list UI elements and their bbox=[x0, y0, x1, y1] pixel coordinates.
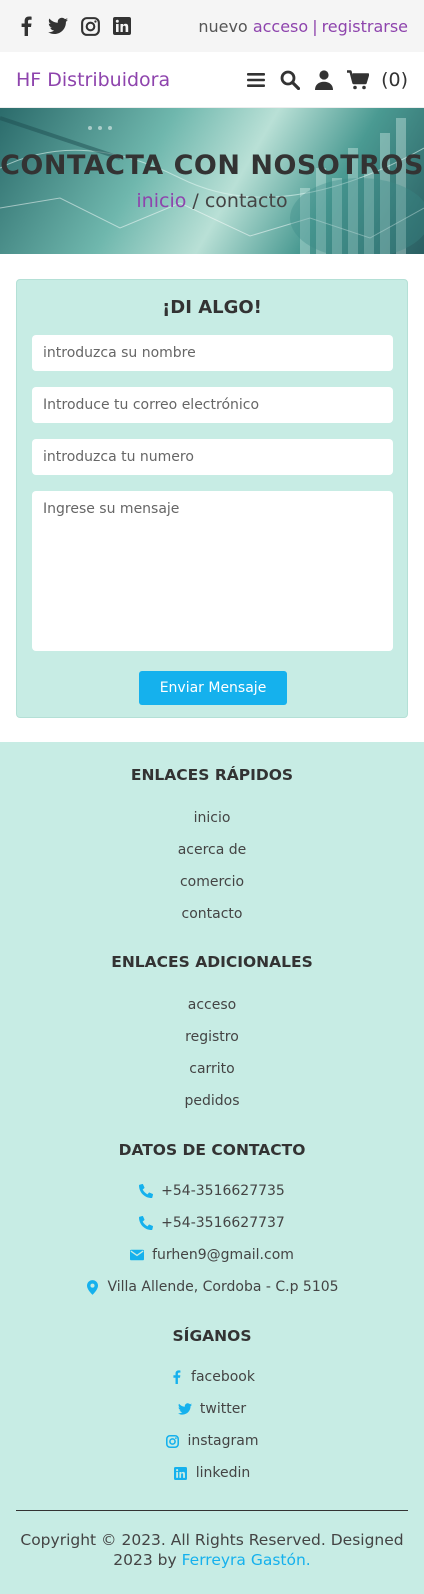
author-link[interactable]: Ferreyra Gastón. bbox=[182, 1551, 311, 1569]
footer-link-comercio[interactable]: comercio bbox=[0, 874, 424, 890]
contact-phone-1[interactable]: +54-3516627735 bbox=[0, 1183, 424, 1199]
follow-title: SÍGANOS bbox=[172, 1327, 252, 1345]
follow-linkedin[interactable]: linkedin bbox=[0, 1465, 424, 1481]
footer-link-registro[interactable]: registro bbox=[0, 1029, 424, 1045]
user-icon[interactable] bbox=[313, 69, 335, 91]
footer-divider bbox=[16, 1510, 408, 1511]
footer-link-contacto[interactable]: contacto bbox=[0, 906, 424, 922]
footer-link-acceso[interactable]: acceso bbox=[0, 997, 424, 1013]
main-header: HF Distribuidora (0) bbox=[0, 52, 424, 108]
extra-links-title: ENLACES ADICIONALES bbox=[111, 953, 313, 971]
facebook-icon[interactable] bbox=[16, 16, 36, 36]
footer-link-acerca[interactable]: acerca de bbox=[0, 842, 424, 858]
follow-linkedin-label: linkedin bbox=[195, 1465, 251, 1481]
auth-separator: | bbox=[312, 16, 318, 36]
contact-phone-2-text: +54-3516627737 bbox=[161, 1215, 285, 1231]
follow-twitter-label: twitter bbox=[199, 1401, 247, 1417]
phone-input[interactable] bbox=[32, 439, 393, 475]
contact-email[interactable]: furhen9@gmail.com bbox=[0, 1247, 424, 1263]
footer-link-pedidos[interactable]: pedidos bbox=[0, 1093, 424, 1109]
breadcrumb: inicio / contacto bbox=[0, 190, 424, 212]
hero-background-image bbox=[0, 116, 424, 254]
envelope-icon bbox=[130, 1248, 145, 1262]
brand-logo[interactable]: HF Distribuidora bbox=[16, 69, 170, 91]
auth-prefix: nuevo bbox=[198, 16, 248, 36]
follow-instagram-label: instagram bbox=[187, 1433, 259, 1449]
login-link[interactable]: acceso bbox=[253, 17, 308, 36]
menu-icon[interactable] bbox=[245, 69, 267, 91]
twitter-icon[interactable] bbox=[48, 16, 68, 36]
contact-form: ¡DI ALGO! Enviar Mensaje bbox=[16, 279, 408, 718]
page-title: CONTACTA CON NOSOTROS bbox=[0, 150, 424, 181]
contact-address: Villa Allende, Cordoba - C.p 5105 bbox=[0, 1279, 424, 1295]
breadcrumb-home-link[interactable]: inicio bbox=[136, 190, 186, 212]
form-title: ¡DI ALGO! bbox=[162, 297, 262, 318]
register-link[interactable]: registrarse bbox=[322, 17, 408, 36]
footer-link-inicio[interactable]: inicio bbox=[0, 810, 424, 826]
twitter-icon bbox=[177, 1402, 192, 1416]
hero-banner: CONTACTA CON NOSOTROS inicio / contacto bbox=[0, 108, 424, 254]
cart-count[interactable]: (0) bbox=[381, 69, 408, 91]
follow-facebook-label: facebook bbox=[191, 1369, 255, 1385]
phone-icon bbox=[139, 1184, 154, 1198]
contact-phone-2[interactable]: +54-3516627737 bbox=[0, 1215, 424, 1231]
cart-icon[interactable] bbox=[347, 69, 370, 91]
contact-phone-1-text: +54-3516627735 bbox=[161, 1183, 285, 1199]
copyright: Copyright © 2023. All Rights Reserved. D… bbox=[20, 1530, 404, 1570]
facebook-icon bbox=[169, 1370, 183, 1384]
header-icons: (0) bbox=[245, 69, 408, 91]
phone-icon bbox=[139, 1216, 154, 1230]
instagram-icon bbox=[166, 1434, 180, 1448]
linkedin-icon bbox=[174, 1466, 188, 1480]
follow-twitter[interactable]: twitter bbox=[0, 1401, 424, 1417]
name-input[interactable] bbox=[32, 335, 393, 371]
contact-data-title: DATOS DE CONTACTO bbox=[118, 1141, 306, 1159]
breadcrumb-current: contacto bbox=[204, 190, 288, 212]
breadcrumb-separator: / bbox=[186, 190, 205, 212]
follow-facebook[interactable]: facebook bbox=[0, 1369, 424, 1385]
instagram-icon[interactable] bbox=[80, 16, 100, 36]
social-links bbox=[16, 16, 132, 36]
map-marker-icon bbox=[85, 1279, 99, 1295]
send-message-button[interactable]: Enviar Mensaje bbox=[139, 671, 287, 705]
contact-address-text: Villa Allende, Cordoba - C.p 5105 bbox=[107, 1279, 339, 1295]
email-input[interactable] bbox=[32, 387, 393, 423]
message-textarea[interactable] bbox=[32, 491, 393, 651]
quick-links-title: ENLACES RÁPIDOS bbox=[130, 766, 294, 784]
footer: ENLACES RÁPIDOS inicio acerca de comerci… bbox=[0, 742, 424, 1594]
contact-email-text: furhen9@gmail.com bbox=[152, 1247, 294, 1263]
search-icon[interactable] bbox=[279, 69, 301, 91]
linkedin-icon[interactable] bbox=[112, 16, 132, 36]
follow-instagram[interactable]: instagram bbox=[0, 1433, 424, 1449]
top-bar: nuevo acceso | registrarse bbox=[0, 0, 424, 52]
footer-link-carrito[interactable]: carrito bbox=[0, 1061, 424, 1077]
auth-links: nuevo acceso | registrarse bbox=[198, 17, 408, 36]
